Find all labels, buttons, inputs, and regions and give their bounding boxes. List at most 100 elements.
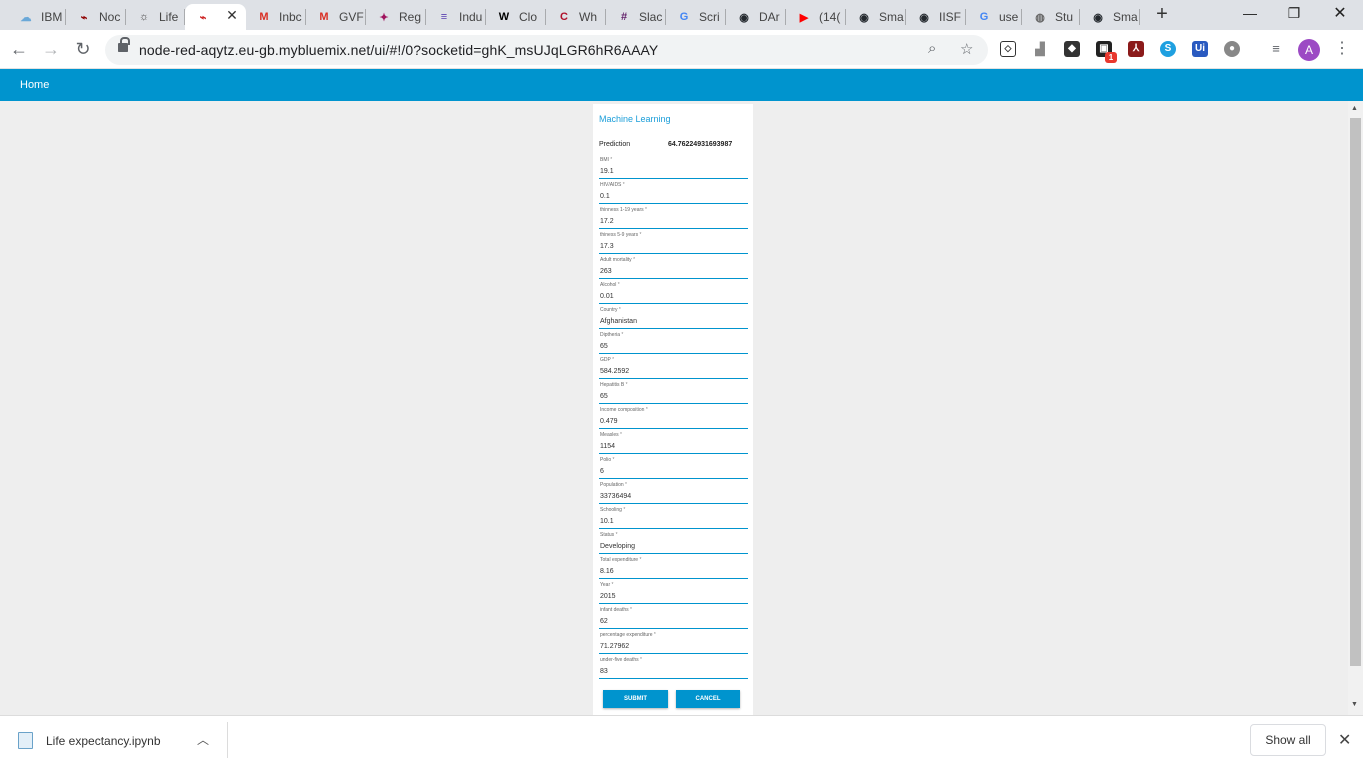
forward-button[interactable]: → [40, 38, 62, 60]
circle-extension-icon[interactable]: ● [1224, 41, 1240, 57]
close-window-button[interactable]: ✕ [1317, 3, 1363, 23]
browser-tab[interactable]: ◍ Stu [1022, 4, 1080, 30]
form-field[interactable]: infant deaths 62 [599, 607, 748, 629]
field-input[interactable]: 6 [600, 468, 604, 475]
box-extension-icon[interactable]: ◆ [1064, 41, 1080, 57]
field-input[interactable]: 0.479 [600, 418, 618, 425]
ui-extension-icon[interactable]: Ui [1192, 41, 1208, 57]
field-input[interactable]: 0.01 [600, 293, 614, 300]
form-field[interactable]: Schooling 10.1 [599, 507, 748, 529]
url-text[interactable]: node-red-aqytz.eu-gb.mybluemix.net/ui/#!… [139, 42, 658, 58]
browser-tab[interactable]: ◉ Sma [1080, 4, 1140, 30]
chevron-up-icon[interactable]: ︿ [197, 731, 209, 748]
chart-extension-icon[interactable]: ▟ [1032, 41, 1048, 57]
minimize-button[interactable]: — [1227, 5, 1273, 21]
tab-separator [65, 9, 66, 25]
field-input[interactable]: 65 [600, 343, 608, 350]
form-field[interactable]: Population 33736494 [599, 482, 748, 504]
browser-tab[interactable]: G Scri [666, 4, 726, 30]
field-input[interactable]: 8.16 [600, 568, 614, 575]
browser-tab[interactable]: ◉ Sma [846, 4, 906, 30]
cancel-button[interactable]: CANCEL [676, 690, 740, 708]
field-input[interactable]: 83 [600, 668, 608, 675]
skype-icon[interactable]: S [1160, 41, 1176, 57]
media-control-icon[interactable]: ≡ [1268, 41, 1284, 57]
tab-label: IBM [41, 10, 63, 24]
browser-tab[interactable]: M GVF [306, 4, 366, 30]
field-input[interactable]: 1154 [600, 443, 615, 450]
browser-tab[interactable]: # Slac [606, 4, 666, 30]
close-tab-icon[interactable]: ✕ [224, 7, 240, 24]
field-input[interactable]: 10.1 [600, 518, 614, 525]
form-field[interactable]: Alcohol 0.01 [599, 282, 748, 304]
scroll-thumb[interactable] [1350, 118, 1361, 666]
form-field[interactable]: HIV/AIDS 0.1 [599, 182, 748, 204]
form-field[interactable]: Diptheria 65 [599, 332, 748, 354]
prediction-label: Prediction [599, 141, 631, 148]
submit-button[interactable]: SUBMIT [603, 690, 668, 708]
browser-tab[interactable]: ≡ Indu [426, 4, 486, 30]
form-field[interactable]: Country Afghanistan [599, 307, 748, 329]
close-downloads-icon[interactable]: ✕ [1338, 730, 1351, 750]
field-label: infant deaths [600, 607, 632, 613]
browser-tab[interactable]: M Inbc [246, 4, 306, 30]
download-file-name[interactable]: Life expectancy.ipynb [46, 734, 161, 748]
reload-button[interactable]: ↻ [72, 38, 94, 60]
form-field[interactable]: Measles 1154 [599, 432, 748, 454]
form-field[interactable]: Polio 6 [599, 457, 748, 479]
page-scrollbar[interactable]: ▲ ▼ [1348, 101, 1363, 715]
form-field[interactable]: BMI 19.1 [599, 157, 748, 179]
field-input[interactable]: 19.1 [600, 168, 614, 175]
form-field[interactable]: Total expenditure 8.16 [599, 557, 748, 579]
form-field[interactable]: under-five deaths 83 [599, 657, 748, 679]
scroll-down-arrow-icon[interactable]: ▼ [1351, 701, 1358, 708]
field-input[interactable]: 33736494 [600, 493, 631, 500]
profile-avatar[interactable]: A [1298, 39, 1320, 61]
back-button[interactable]: ← [8, 38, 30, 60]
lock-icon [118, 37, 130, 52]
tab-label: Inbc [279, 10, 302, 24]
form-field[interactable]: Income composition 0.479 [599, 407, 748, 429]
browser-tab[interactable]: ✦ Reg [366, 4, 426, 30]
form-field[interactable]: Year 2015 [599, 582, 748, 604]
form-field[interactable]: GDP 584.2592 [599, 357, 748, 379]
form-field[interactable]: Hepatitis B 65 [599, 382, 748, 404]
pdf-extension-icon[interactable]: ⅄ [1128, 41, 1144, 57]
field-input[interactable]: 65 [600, 393, 608, 400]
browser-menu-icon[interactable]: ⋮ [1334, 38, 1350, 58]
browser-tab[interactable]: W Clo [486, 4, 546, 30]
browser-tab[interactable]: ☁ IBM [8, 4, 66, 30]
field-input[interactable]: 17.3 [600, 243, 614, 250]
form-field[interactable]: thiness 5-9 years 17.3 [599, 232, 748, 254]
cube-extension-icon[interactable]: ◇ [1000, 41, 1016, 57]
tab-label: Wh [579, 10, 597, 24]
browser-tab[interactable]: ☼ Life [126, 4, 185, 30]
new-tab-button[interactable]: + [1152, 3, 1172, 26]
restore-button[interactable]: ❐ [1271, 5, 1317, 22]
field-input[interactable]: 584.2592 [600, 368, 629, 375]
bookmark-star-icon[interactable]: ☆ [960, 40, 973, 58]
form-field[interactable]: Status Developing [599, 532, 748, 554]
field-input[interactable]: Developing [600, 543, 635, 550]
form-field[interactable]: Adult mortality 263 [599, 257, 748, 279]
browser-tab[interactable]: Guse [966, 4, 1022, 30]
field-input[interactable]: Afghanistan [600, 318, 637, 325]
field-input[interactable]: 0.1 [600, 193, 610, 200]
browser-tab[interactable]: ▶ (14( [786, 4, 846, 30]
field-input[interactable]: 2015 [600, 593, 616, 600]
scroll-up-arrow-icon[interactable]: ▲ [1351, 105, 1358, 112]
browser-tab[interactable]: ◉ DAr [726, 4, 786, 30]
form-field[interactable]: thinness 1-19 years 17.2 [599, 207, 748, 229]
field-input[interactable]: 62 [600, 618, 608, 625]
address-bar[interactable]: node-red-aqytz.eu-gb.mybluemix.net/ui/#!… [105, 35, 988, 65]
show-all-button[interactable]: Show all [1250, 724, 1326, 756]
field-input[interactable]: 263 [600, 268, 612, 275]
browser-tab[interactable]: ⌁ Noc [66, 4, 126, 30]
google-icon: G [979, 11, 989, 23]
form-field[interactable]: percentage expenditure 71.27962 [599, 632, 748, 654]
browser-tab[interactable]: ◉ IISF [906, 4, 966, 30]
zoom-icon[interactable]: ⌕ [928, 40, 936, 57]
field-input[interactable]: 71.27962 [600, 643, 629, 650]
field-input[interactable]: 17.2 [600, 218, 614, 225]
browser-tab[interactable]: C Wh [546, 4, 606, 30]
